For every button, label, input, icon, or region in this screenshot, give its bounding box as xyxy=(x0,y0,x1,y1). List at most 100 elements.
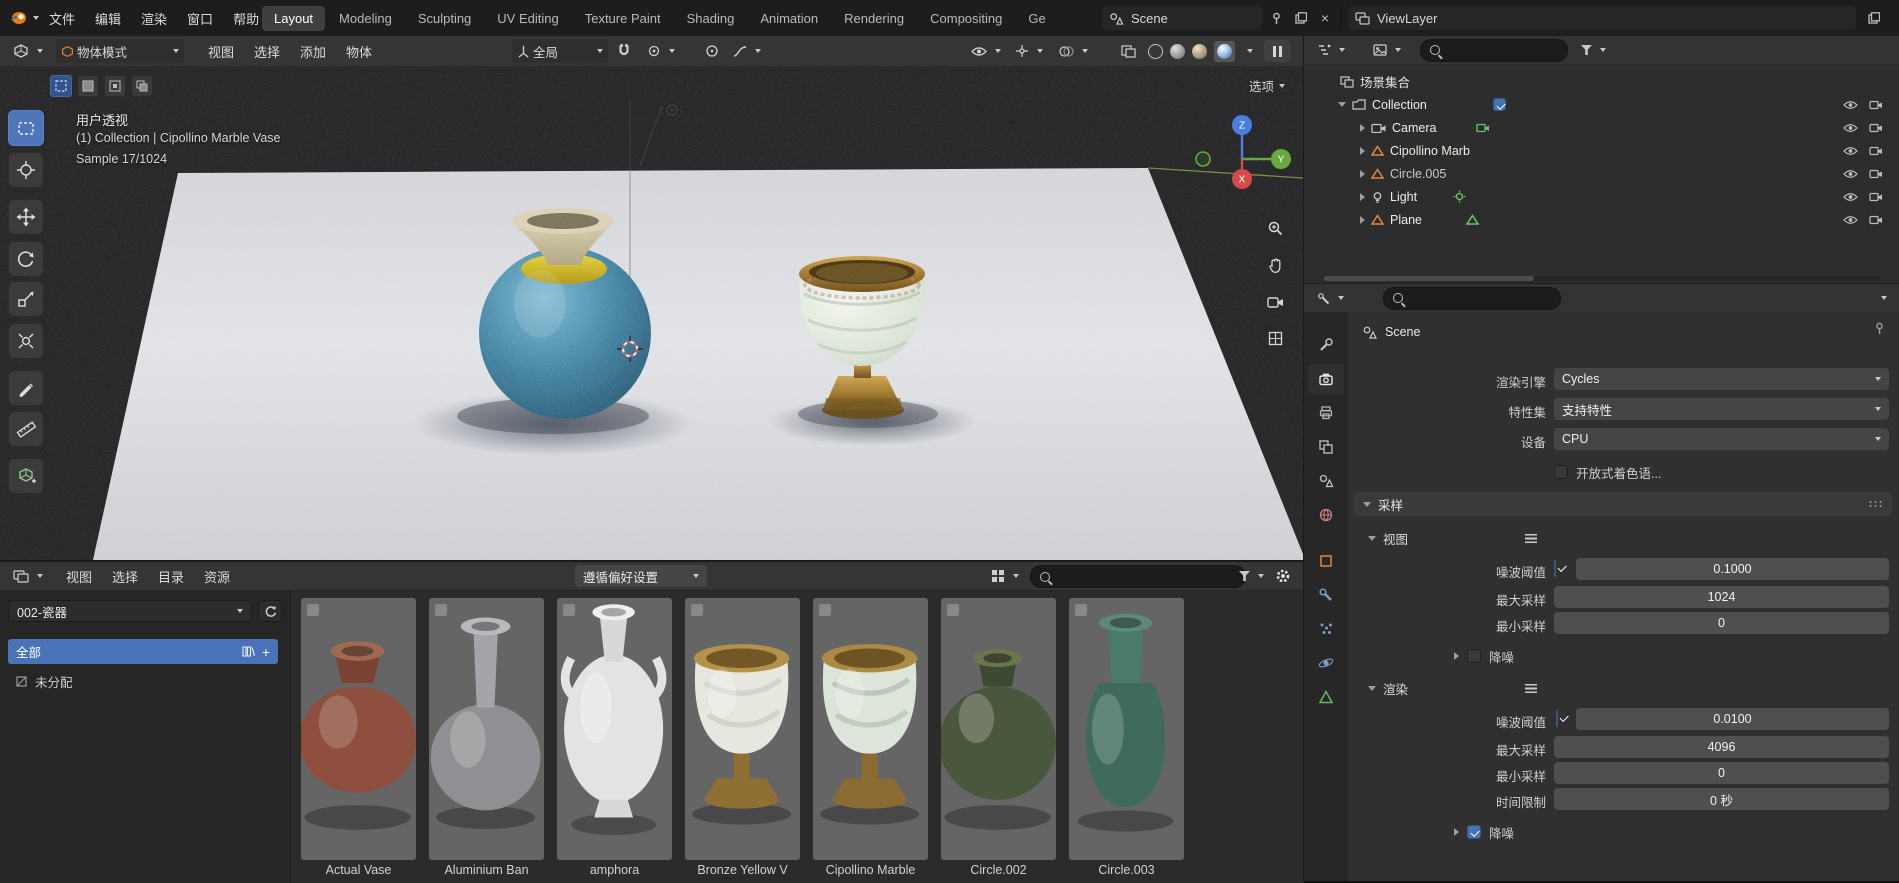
menu-edit[interactable]: 编辑 xyxy=(85,0,131,36)
asset-item[interactable]: Circle.002 xyxy=(941,598,1056,877)
tab-compositing[interactable]: Compositing xyxy=(918,6,1014,31)
tab-texture-paint[interactable]: Texture Paint xyxy=(573,6,673,31)
tool-box-select[interactable] xyxy=(8,110,44,146)
hide-viewport-toggle[interactable] xyxy=(1840,116,1860,139)
snap-toggle[interactable] xyxy=(612,39,636,63)
panel-grip-icon[interactable] xyxy=(1868,500,1883,508)
menu-window[interactable]: 窗口 xyxy=(177,0,223,36)
render-subpanel-header[interactable]: 渲染 xyxy=(1368,677,1538,699)
viewport-denoise-checkbox[interactable] xyxy=(1467,649,1481,663)
select-intersect-button[interactable] xyxy=(131,75,153,97)
tab-animation[interactable]: Animation xyxy=(748,6,830,31)
outliner-row-camera[interactable]: Camera xyxy=(1360,116,1490,139)
tool-rotate[interactable] xyxy=(8,241,44,277)
overlays-dropdown[interactable] xyxy=(1054,39,1093,63)
asset-item[interactable]: Actual Vase xyxy=(301,598,416,877)
hide-viewport-toggle[interactable] xyxy=(1840,162,1860,185)
tab-modifiers[interactable] xyxy=(1308,580,1344,610)
zoom-button[interactable] xyxy=(1260,213,1290,243)
tool-measure[interactable] xyxy=(8,411,44,447)
viewport-options-dropdown[interactable]: 选项 xyxy=(1249,76,1285,95)
tab-shading[interactable]: Shading xyxy=(675,6,747,31)
asset-settings-button[interactable] xyxy=(1270,564,1296,588)
proportional-edit-toggle[interactable] xyxy=(700,39,724,63)
outliner-row-circle005[interactable]: Circle.005 xyxy=(1360,162,1446,185)
navigation-gizmo[interactable]: Z Y X xyxy=(1192,113,1292,199)
asset-menu-catalog[interactable]: 目录 xyxy=(148,562,194,590)
noise-threshold-field[interactable]: 0.1000 xyxy=(1576,558,1889,580)
orientation-dropdown[interactable]: 全局 xyxy=(512,39,608,63)
select-extend-button[interactable] xyxy=(77,75,99,97)
disable-render-toggle[interactable] xyxy=(1866,116,1886,139)
outliner-scrollbar[interactable] xyxy=(1324,276,1880,281)
scrollbar-handle[interactable] xyxy=(1324,276,1534,281)
tool-add-cube[interactable] xyxy=(8,458,44,494)
editor-type-button[interactable] xyxy=(8,39,48,63)
device-dropdown[interactable]: CPU xyxy=(1554,428,1889,450)
pause-render-button[interactable] xyxy=(1264,40,1290,62)
shading-material-icon[interactable] xyxy=(1192,43,1207,59)
tab-modeling[interactable]: Modeling xyxy=(327,6,404,31)
tab-physics[interactable] xyxy=(1308,648,1344,678)
menu-object[interactable]: 物体 xyxy=(336,36,382,66)
catalog-library-dropdown[interactable]: 002-瓷器 xyxy=(8,600,252,622)
tab-view-layer[interactable] xyxy=(1308,432,1344,462)
catalog-shelf-icon[interactable] xyxy=(242,646,255,657)
shading-dropdown-caret-icon[interactable] xyxy=(1247,49,1253,53)
display-settings-dropdown[interactable] xyxy=(986,564,1024,588)
expand-icon[interactable] xyxy=(1360,146,1365,155)
render-min-samples-field[interactable]: 0 xyxy=(1554,762,1889,784)
expand-icon[interactable] xyxy=(1360,123,1365,132)
camera-view-button[interactable] xyxy=(1260,286,1290,316)
hide-viewport-toggle[interactable] xyxy=(1840,93,1860,116)
hide-viewport-toggle[interactable] xyxy=(1840,185,1860,208)
viewlayer-selector[interactable]: ViewLayer xyxy=(1348,6,1856,30)
scene-selector[interactable]: Scene xyxy=(1102,6,1262,30)
tab-layout[interactable]: Layout xyxy=(262,5,326,31)
new-viewlayer-icon[interactable] xyxy=(1864,8,1884,28)
outliner-display-mode-dropdown[interactable] xyxy=(1368,38,1406,62)
add-catalog-icon[interactable]: + xyxy=(262,644,270,660)
properties-options-caret-icon[interactable] xyxy=(1881,296,1887,300)
menu-view[interactable]: 视图 xyxy=(198,36,244,66)
gizmos-dropdown[interactable] xyxy=(1010,39,1048,63)
panel-menu-icon[interactable] xyxy=(1525,683,1538,693)
time-limit-field[interactable]: 0 秒 xyxy=(1554,788,1889,810)
menu-add[interactable]: 添加 xyxy=(290,36,336,66)
menu-render[interactable]: 渲染 xyxy=(131,0,177,36)
sampling-panel-header[interactable]: 采样 xyxy=(1354,492,1892,516)
tab-sculpting[interactable]: Sculpting xyxy=(406,6,483,31)
tab-output[interactable] xyxy=(1308,398,1344,428)
tool-transform[interactable] xyxy=(8,323,44,359)
tab-object-data[interactable] xyxy=(1308,682,1344,712)
panel-menu-icon[interactable] xyxy=(1525,533,1538,543)
properties-editor-type-button[interactable] xyxy=(1312,286,1349,310)
expand-icon[interactable] xyxy=(1360,215,1365,224)
osl-checkbox[interactable] xyxy=(1554,465,1568,479)
properties-search-input[interactable] xyxy=(1383,286,1561,310)
outliner-row-scene-collection[interactable]: 场景集合 xyxy=(1340,70,1410,93)
shading-rendered-active[interactable] xyxy=(1214,40,1235,62)
tool-move[interactable] xyxy=(8,199,44,235)
select-set-button[interactable] xyxy=(50,75,72,97)
show-gizmo-dropdown[interactable] xyxy=(966,39,1006,63)
blender-logo-icon[interactable] xyxy=(8,8,28,28)
outliner-row-light[interactable]: Light xyxy=(1360,185,1466,208)
select-subtract-button[interactable] xyxy=(104,75,126,97)
asset-menu-asset[interactable]: 资源 xyxy=(194,562,240,590)
hide-viewport-toggle[interactable] xyxy=(1840,139,1860,162)
asset-menu-select[interactable]: 选择 xyxy=(102,562,148,590)
disable-render-toggle[interactable] xyxy=(1866,185,1886,208)
hide-viewport-toggle[interactable] xyxy=(1840,208,1860,231)
disable-render-toggle[interactable] xyxy=(1866,162,1886,185)
tab-geometry-nodes[interactable]: Ge xyxy=(1016,6,1057,31)
tab-world[interactable] xyxy=(1308,500,1344,530)
disable-render-toggle[interactable] xyxy=(1866,139,1886,162)
catalog-item-unassigned[interactable]: 未分配 xyxy=(8,669,278,694)
pan-button[interactable] xyxy=(1260,250,1290,280)
unlink-scene-icon[interactable]: × xyxy=(1315,8,1335,28)
shading-solid-icon[interactable] xyxy=(1170,43,1185,59)
expand-icon[interactable] xyxy=(1360,192,1365,201)
asset-item[interactable]: Aluminium Ban xyxy=(429,598,544,877)
noise-threshold-checkbox[interactable] xyxy=(1554,560,1556,577)
